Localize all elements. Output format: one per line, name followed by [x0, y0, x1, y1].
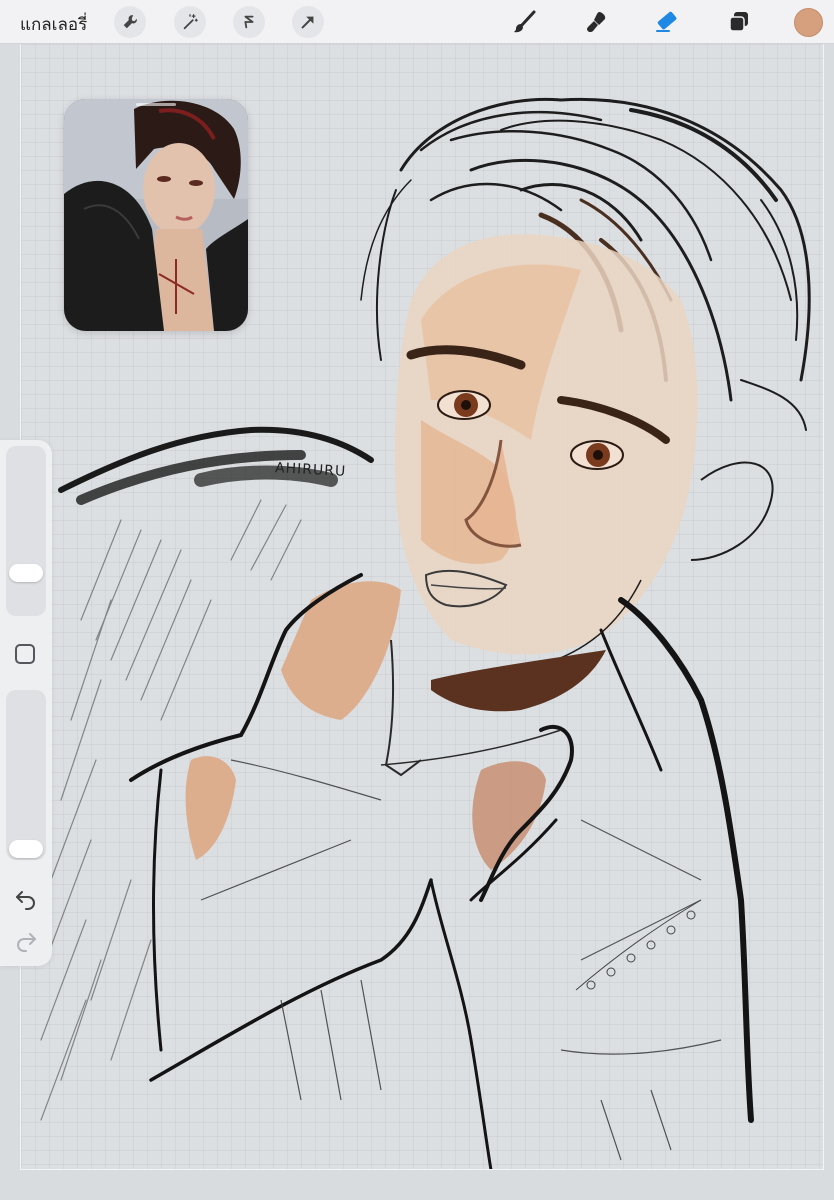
brush-icon[interactable] — [510, 7, 540, 37]
eraser-icon[interactable] — [652, 7, 682, 37]
square-icon[interactable] — [15, 644, 35, 664]
wrench-icon[interactable] — [114, 6, 146, 38]
reference-photo — [64, 99, 248, 331]
reference-drag-handle[interactable] — [136, 103, 176, 106]
top-toolbar: แกลเลอรี่ — [0, 0, 834, 44]
reference-window[interactable] — [64, 99, 248, 331]
transform-arrow-icon[interactable] — [292, 6, 324, 38]
selection-icon[interactable] — [233, 6, 265, 38]
undo-icon[interactable] — [14, 886, 38, 910]
opacity-slider[interactable] — [6, 690, 46, 860]
brush-size-slider[interactable] — [6, 446, 46, 616]
smudge-icon[interactable] — [582, 7, 612, 37]
gallery-button[interactable]: แกลเลอรี่ — [20, 11, 87, 38]
layers-icon[interactable] — [724, 7, 754, 37]
color-swatch[interactable] — [794, 8, 823, 37]
brush-size-knob[interactable] — [9, 564, 43, 582]
magic-wand-icon[interactable] — [174, 6, 206, 38]
redo-icon[interactable] — [14, 928, 38, 952]
opacity-knob[interactable] — [9, 840, 43, 858]
side-panel — [0, 440, 52, 966]
